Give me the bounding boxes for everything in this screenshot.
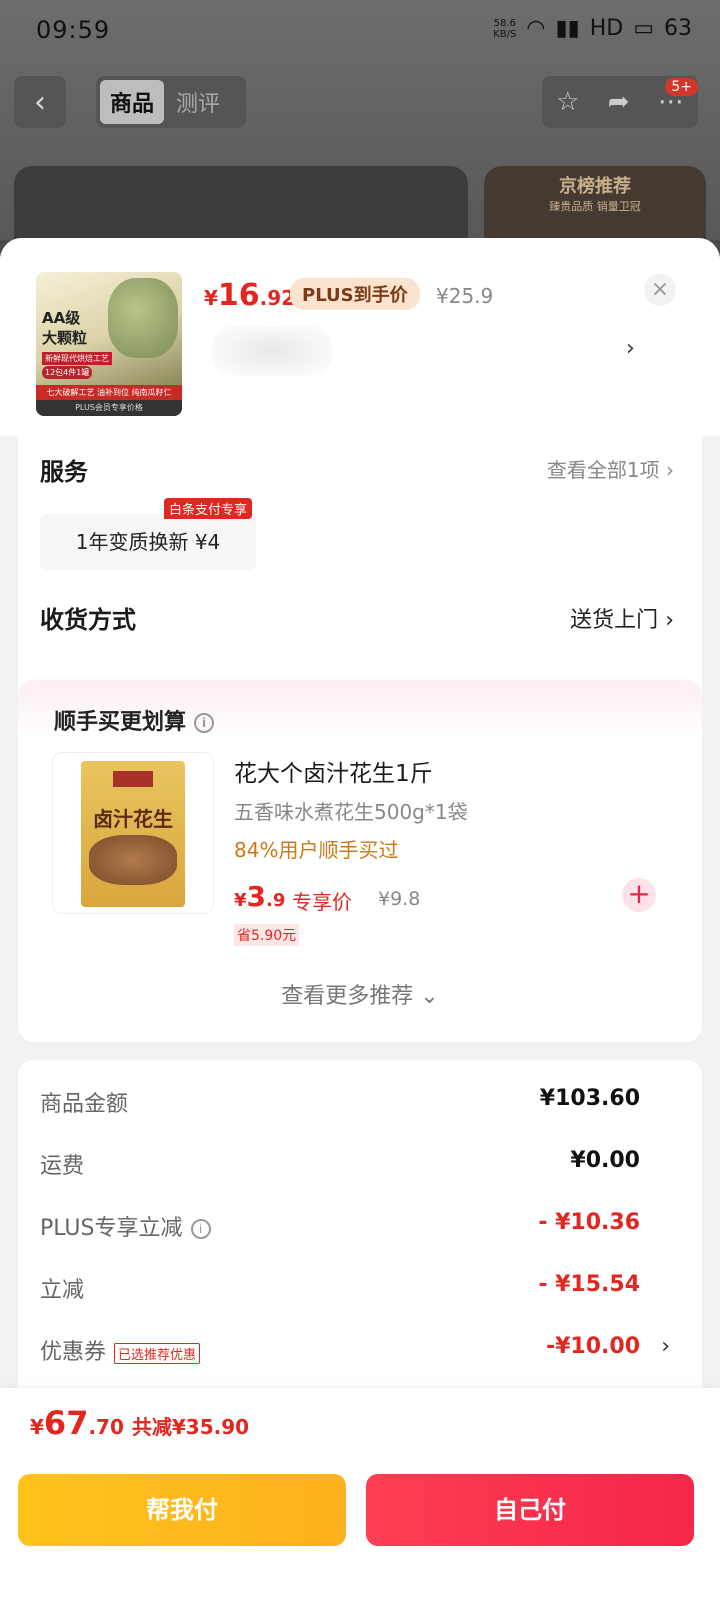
recommend-original: ¥9.8: [378, 888, 421, 910]
delivery-option[interactable]: 送货上门 ›: [570, 602, 674, 634]
close-icon: ×: [650, 277, 670, 302]
recommend-bought: 84%用户顺手买过: [234, 838, 399, 862]
notification-badge: 5+: [665, 78, 698, 96]
clock: 09:59: [36, 16, 111, 44]
total-saved: 共减¥35.90: [131, 1415, 250, 1439]
bag-brand: [113, 771, 153, 787]
thumb-footer: PLUS会员专享价格: [36, 400, 182, 416]
plus-price-tag: PLUS到手价: [290, 278, 420, 310]
info-icon[interactable]: i: [190, 1219, 211, 1239]
chevron-down-icon: ⌄: [420, 984, 439, 1009]
star-icon[interactable]: ☆: [556, 87, 579, 117]
product-header: AA级 大颗粒 新鲜现代烘焙工艺 12包4件1罐 七大破解工艺 油补到位 纯南瓜籽…: [0, 238, 720, 436]
self-pay-button[interactable]: 自己付: [366, 1474, 694, 1546]
share-icon[interactable]: ➦: [608, 87, 630, 117]
payment-bar: ¥67.70 共减¥35.90 帮我付 自己付: [0, 1388, 720, 1600]
recommend-title: 顺手买更划算 i: [54, 704, 215, 736]
recommend-save: 省5.90元: [234, 924, 300, 946]
tab-review[interactable]: 测评: [164, 80, 232, 124]
thumb-tag: 新鲜现代烘焙工艺: [42, 352, 112, 365]
signal-icon: ▮▮: [555, 16, 580, 41]
recommend-price: ¥3.9: [234, 880, 286, 913]
seeds-image: [108, 278, 178, 358]
summary-row: 立减 - ¥15.54: [40, 1272, 640, 1303]
info-icon[interactable]: i: [194, 713, 215, 733]
battery-level: 63: [664, 16, 692, 41]
tab-product[interactable]: 商品: [100, 80, 165, 124]
chevron-right-icon[interactable]: ›: [626, 336, 635, 361]
plus-icon: +: [627, 877, 651, 910]
chevron-right-icon: ›: [661, 1334, 670, 1359]
product-price: ¥16.92: [204, 278, 296, 313]
chevron-right-icon: ›: [665, 608, 674, 633]
chevron-right-icon: ›: [666, 458, 674, 482]
service-chip[interactable]: 1年变质换新 ¥4: [40, 514, 256, 570]
coupon-row[interactable]: 优惠券 已选推荐优惠 -¥10.00 ›: [40, 1334, 670, 1374]
summary-row: 运费 ¥0.00: [40, 1148, 640, 1179]
ranking-subtitle: 臻贵品质 销量卫冠: [549, 200, 641, 213]
thumb-strip: 七大破解工艺 油补到位 纯南瓜籽仁: [36, 385, 182, 400]
recommend-name[interactable]: 花大个卤汁花生1斤: [234, 754, 433, 788]
delivery-title: 收货方式: [40, 606, 136, 634]
status-icons: 58.6 KB/S ◠ ▮▮ HD ▭ 63: [493, 16, 692, 41]
thumb-tag: 12包4件1罐: [42, 366, 93, 379]
more-recommend[interactable]: 查看更多推荐 ⌄: [18, 978, 702, 1010]
coupon-badge: 已选推荐优惠: [114, 1342, 201, 1364]
peanuts-image: [89, 835, 177, 885]
tab-switcher: 商品 测评: [96, 76, 246, 128]
blurred-spec: [212, 326, 332, 376]
product-thumbnail[interactable]: AA级 大颗粒 新鲜现代烘焙工艺 12包4件1罐 七大破解工艺 油补到位 纯南瓜籽…: [36, 272, 182, 416]
network-speed: 58.6 KB/S: [493, 17, 517, 40]
total-price: ¥67.70 共减¥35.90: [30, 1404, 250, 1442]
recommend-desc: 五香味水煮花生500g*1袋: [234, 800, 468, 824]
peanut-bag: 卤汁花生: [81, 761, 185, 907]
top-navigation: ‹ 商品 测评 ☆ ➦ ⋯: [0, 76, 720, 128]
recommend-price-tag: 专享价: [292, 890, 352, 914]
battery-icon: ▭: [633, 16, 654, 41]
view-all-services[interactable]: 查看全部1项 ›: [547, 454, 674, 483]
network-label: HD: [589, 16, 624, 41]
recommend-card: 顺手买更划算 i 卤汁花生 花大个卤汁花生1斤 五香味水煮花生500g*1袋 84…: [18, 680, 702, 1042]
recommend-image[interactable]: 卤汁花生: [52, 752, 214, 914]
close-button[interactable]: ×: [644, 274, 676, 306]
chip-badge: 白条支付专享: [164, 498, 253, 519]
thumb-grade: AA级 大颗粒: [42, 309, 88, 347]
original-price: ¥25.9: [436, 284, 494, 308]
status-bar: 09:59 58.6 KB/S ◠ ▮▮ HD ▭ 63: [0, 0, 720, 60]
summary-row: PLUS专享立减 i - ¥10.36: [40, 1210, 640, 1241]
wifi-icon: ◠: [526, 16, 546, 41]
help-pay-button[interactable]: 帮我付: [18, 1474, 346, 1546]
ranking-title: 京榜推荐: [559, 176, 631, 197]
summary-row: 商品金额 ¥103.60: [40, 1086, 640, 1117]
chevron-left-icon: ‹: [34, 84, 46, 120]
bag-label: 卤汁花生: [93, 807, 173, 831]
add-button[interactable]: +: [622, 878, 656, 912]
back-button[interactable]: ‹: [14, 76, 66, 128]
summary-card: 商品金额 ¥103.60 运费 ¥0.00 PLUS专享立减 i - ¥10.36 立减…: [18, 1060, 702, 1400]
service-title: 服务: [40, 458, 88, 486]
checkout-sheet: AA级 大颗粒 新鲜现代烘焙工艺 12包4件1罐 七大破解工艺 油补到位 纯南瓜籽…: [0, 238, 720, 1600]
